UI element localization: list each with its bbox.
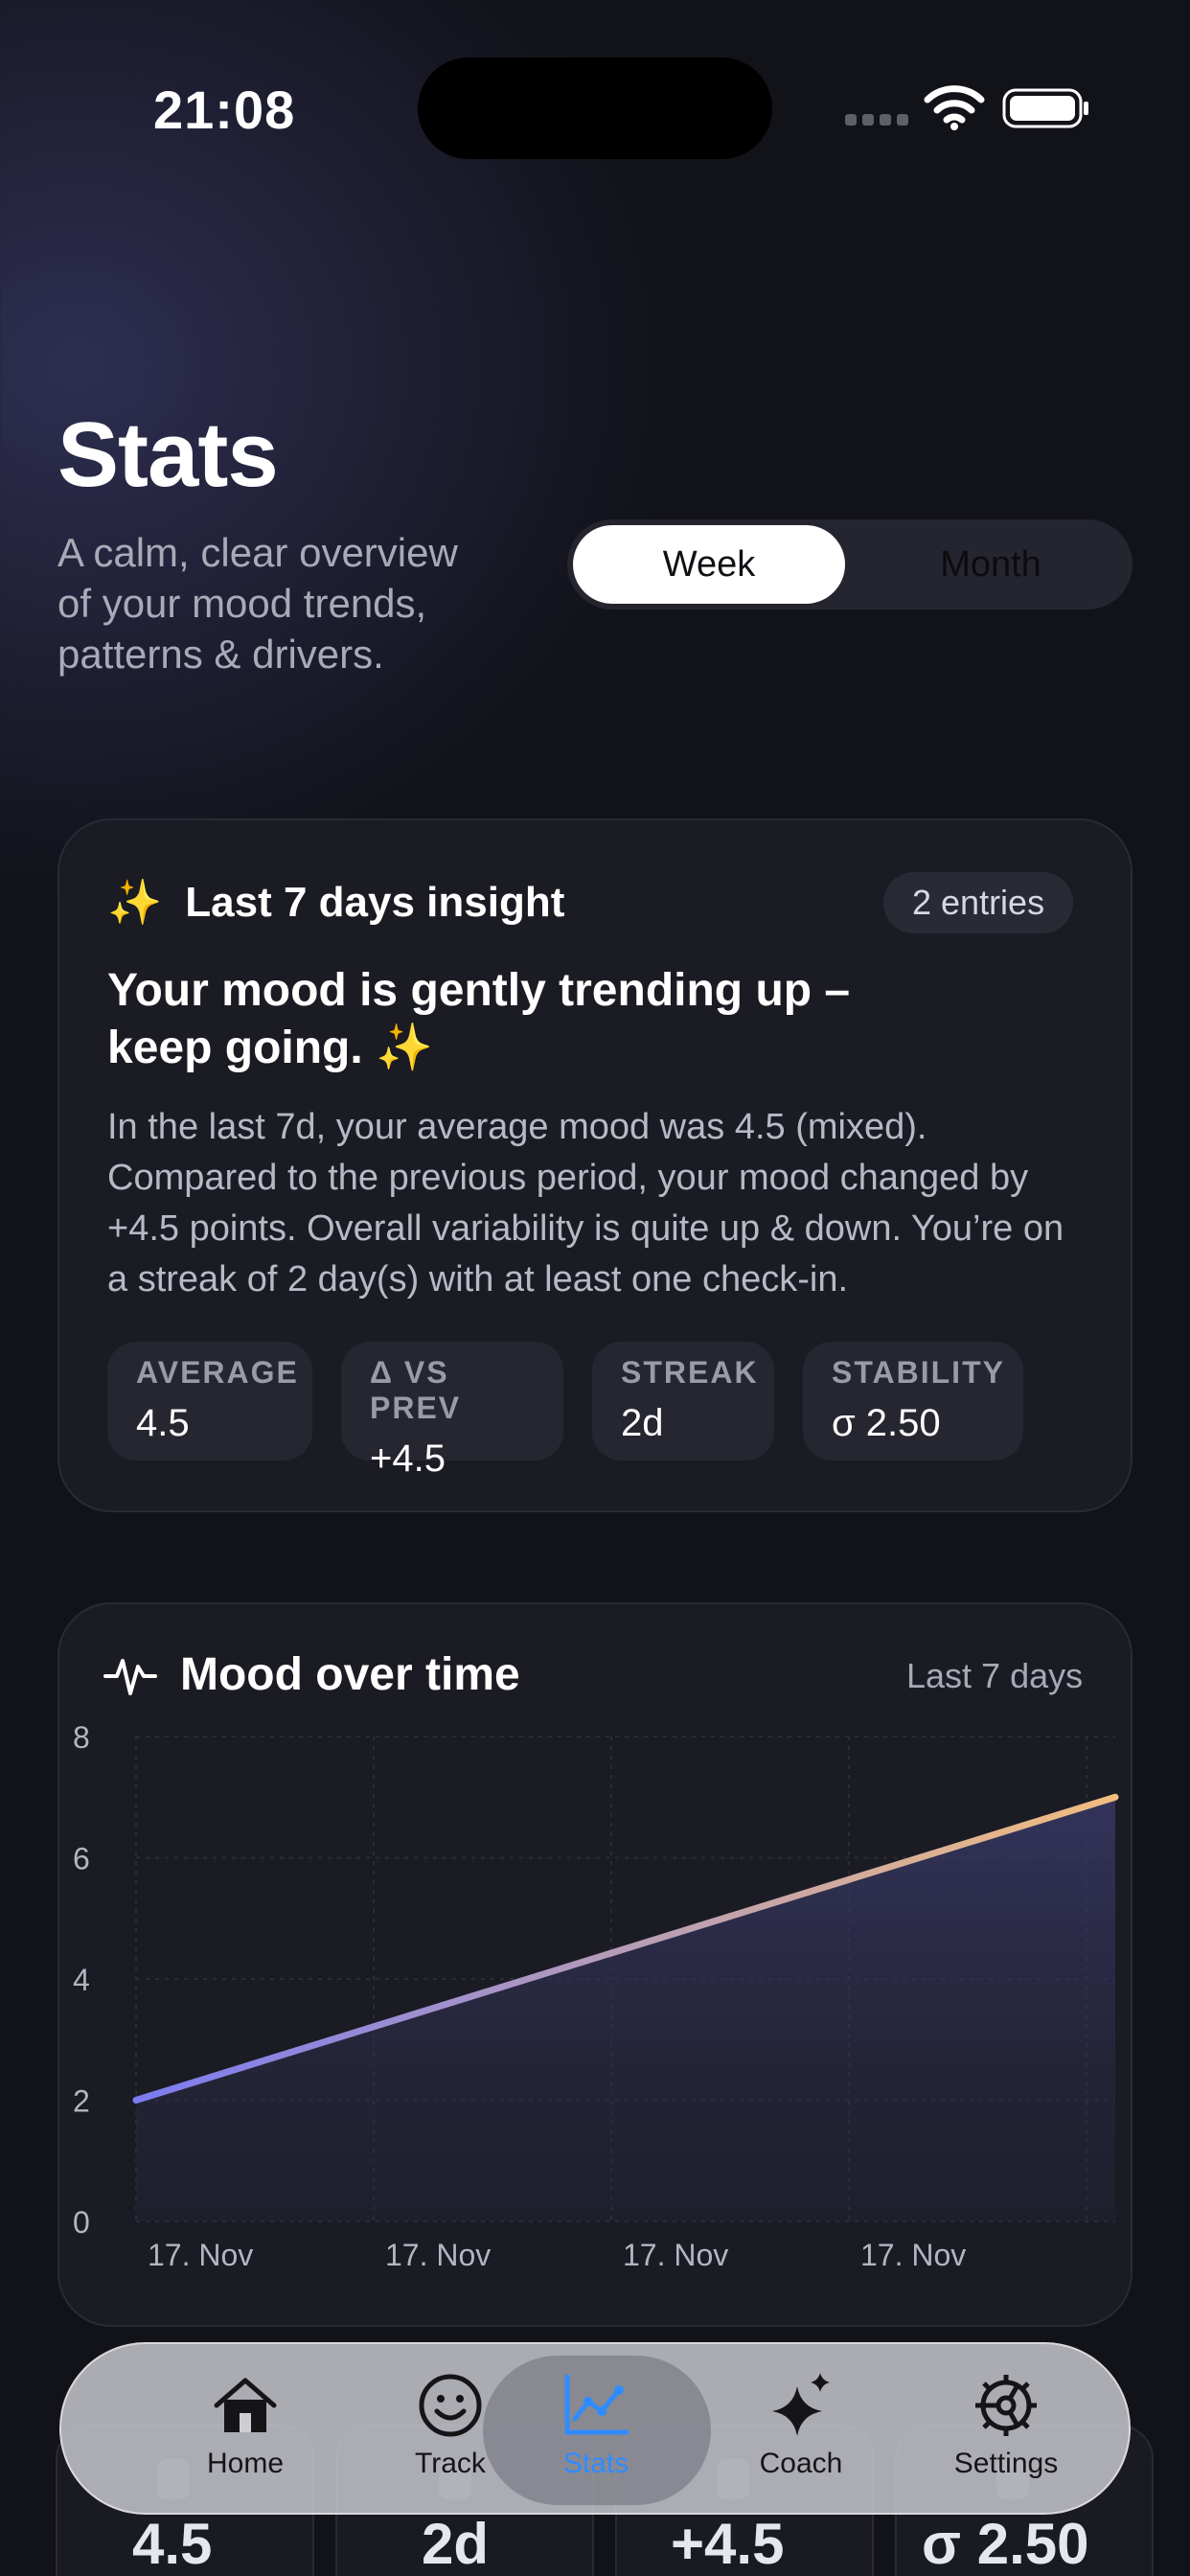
- pulse-icon: [103, 1658, 157, 1695]
- stat-value: +4.5: [370, 1438, 446, 1480]
- insight-title: Your mood is gently trending up – keep g…: [107, 962, 931, 1077]
- tab-label: Home: [206, 2448, 285, 2479]
- stat-streak: STREAK 2d: [592, 1342, 774, 1460]
- gear-icon: [975, 2375, 1037, 2436]
- insight-body: In the last 7d, your average mood was 4.…: [107, 1107, 1064, 1300]
- sparkles-icon: [772, 2373, 830, 2436]
- home-icon: [214, 2378, 277, 2432]
- wifi-icon: [924, 85, 985, 130]
- mood-area: [136, 1797, 1115, 2221]
- x-tick-label: 17. Nov: [385, 2238, 491, 2272]
- sparkles-icon: ✨: [376, 1023, 433, 1073]
- x-tick-label: 17. Nov: [623, 2238, 728, 2272]
- y-tick-label: 2: [73, 2084, 90, 2119]
- insight-heading: ✨ Last 7 days insight: [107, 876, 564, 929]
- x-tick-label: 17. Nov: [148, 2238, 253, 2272]
- stat-delta: Δ VS PREV +4.5: [341, 1342, 563, 1480]
- stat-stability: STABILITY σ 2.50: [803, 1342, 1023, 1460]
- period-toggle: Week Month: [567, 519, 1133, 610]
- y-tick-label: 8: [73, 1720, 90, 1755]
- peek-value: +4.5: [671, 2512, 785, 2576]
- peek-value: σ 2.50: [922, 2512, 1089, 2576]
- tab-stats[interactable]: Stats: [500, 2344, 692, 2517]
- y-tick-label: 6: [73, 1842, 90, 1876]
- insight-heading-label: Last 7 days insight: [185, 878, 565, 926]
- chart-heading: Mood over time: [103, 1648, 520, 1701]
- dynamic-island: [418, 58, 772, 159]
- stat-label: Δ VS PREV: [370, 1355, 462, 1425]
- week-tab[interactable]: Week: [573, 525, 845, 604]
- chart-icon: [564, 2374, 629, 2435]
- tab-label: Coach: [759, 2448, 843, 2479]
- signal-dot-icon: [897, 114, 908, 126]
- sparkles-icon: ✨: [107, 877, 163, 927]
- status-time: 21:08: [153, 80, 296, 140]
- stat-average: AVERAGE 4.5: [107, 1342, 312, 1460]
- stat-value: 2d: [621, 1402, 664, 1444]
- peek-value: 2d: [422, 2512, 490, 2576]
- tab-label: Track: [415, 2448, 486, 2479]
- tab-coach[interactable]: Coach: [705, 2344, 897, 2517]
- tab-settings[interactable]: Settings: [910, 2344, 1102, 2517]
- stat-label: AVERAGE: [136, 1355, 299, 1390]
- smiley-icon: [419, 2374, 482, 2437]
- x-tick-label: 17. Nov: [860, 2238, 966, 2272]
- chart-range-label: Last 7 days: [906, 1656, 1084, 1695]
- tab-label: Settings: [953, 2448, 1059, 2479]
- stat-label: STREAK: [621, 1355, 759, 1390]
- stat-value: 4.5: [136, 1402, 190, 1444]
- peek-value: 4.5: [132, 2512, 213, 2576]
- stat-label: STABILITY: [832, 1355, 1005, 1390]
- tab-bar: Home Track Stats Coach Settings: [59, 2342, 1131, 2515]
- y-tick-label: 4: [73, 1963, 90, 1997]
- battery-icon: [1002, 88, 1088, 128]
- tab-home[interactable]: Home: [149, 2344, 341, 2517]
- stat-value: σ 2.50: [832, 1402, 941, 1444]
- month-tab[interactable]: Month: [855, 525, 1127, 604]
- chart-title: Mood over time: [180, 1649, 520, 1700]
- y-tick-label: 0: [73, 2205, 90, 2240]
- signal-dot-icon: [880, 114, 891, 126]
- insight-title-text: Your mood is gently trending up – keep g…: [107, 965, 851, 1073]
- signal-dot-icon: [862, 114, 874, 126]
- page-title: Stats: [57, 403, 279, 506]
- mood-chart: 0 2 4 6 8 17. Nov 17. Nov 17. Nov 17. Nov: [73, 1720, 1119, 2272]
- signal-dot-icon: [845, 114, 857, 126]
- page-subtitle: A calm, clear overview of your mood tren…: [57, 530, 458, 677]
- entries-badge: 2 entries: [883, 872, 1074, 933]
- tab-label: Stats: [562, 2448, 629, 2479]
